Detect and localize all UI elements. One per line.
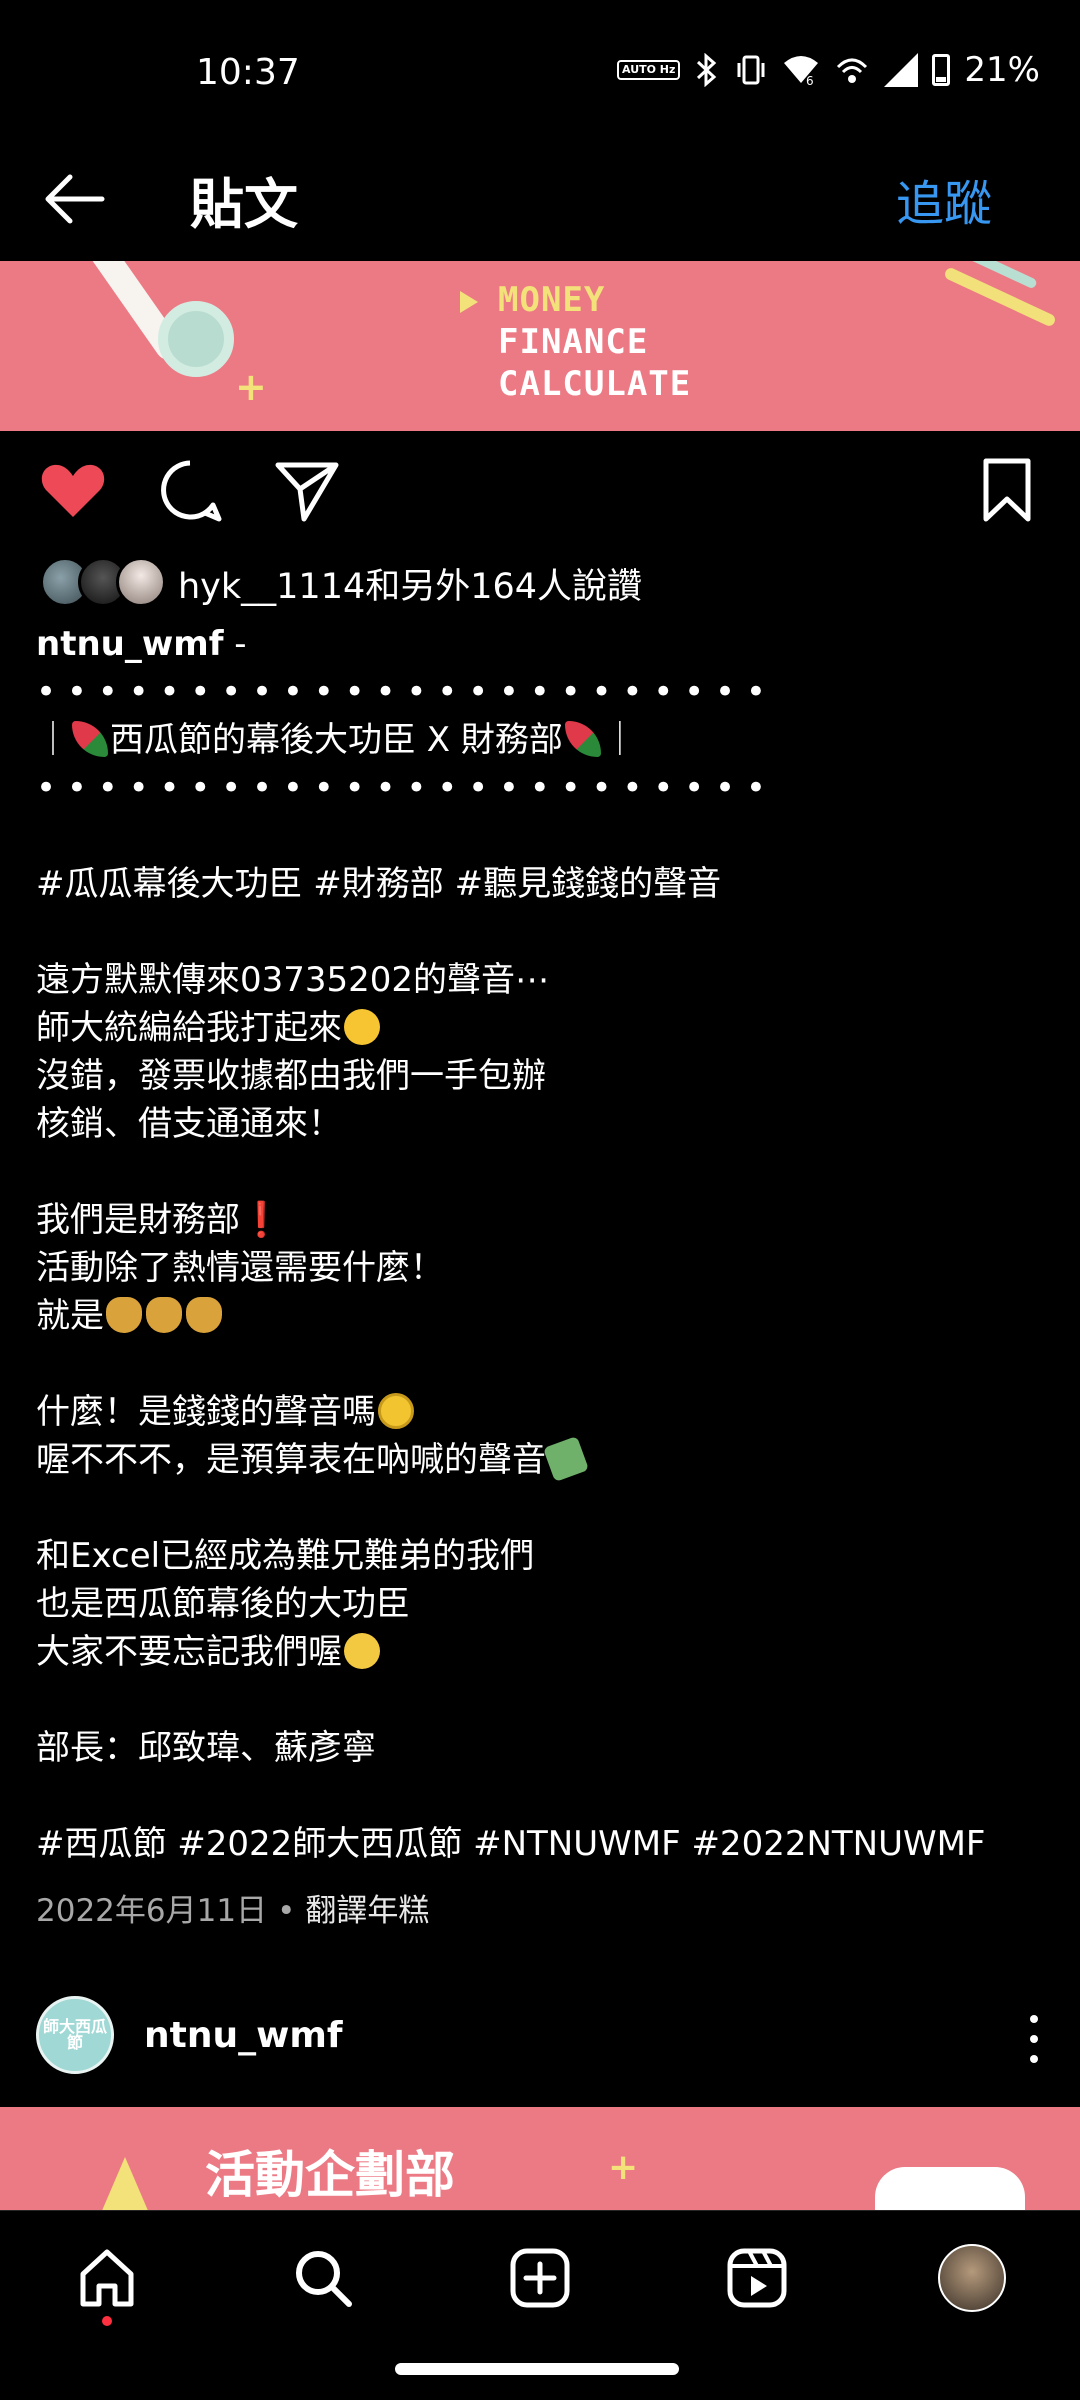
heart-icon[interactable] [38, 455, 108, 525]
caption-bar: ｜ [36, 720, 70, 760]
follow-button[interactable]: 追蹤 [896, 164, 992, 234]
caption-line: 也是西瓜節幕後的大功臣 [36, 1584, 410, 1624]
caption-line: 和Excel已經成為難兄難弟的我們 [36, 1536, 535, 1576]
caption-line: 我們是財務部 [36, 1200, 240, 1240]
cloud-icon [875, 2167, 1025, 2210]
post-date: 2022年6月11日 [36, 1893, 268, 1929]
banner-line: FINANCE [498, 322, 649, 362]
banner-decoration-line [943, 266, 1057, 328]
post-actions [0, 455, 1080, 535]
comment-icon[interactable] [155, 455, 225, 525]
hotspot-icon [837, 58, 868, 83]
caption-line: 喔不不不，是預算表在吶喊的聲音 [36, 1440, 546, 1480]
caption-line: 活動除了熱情還需要什麼！ [36, 1248, 444, 1288]
bookmark-icon[interactable] [972, 455, 1042, 525]
watermelon-icon [72, 721, 108, 757]
star-eyes-emoji-icon [344, 1009, 380, 1045]
coin-icon [378, 1393, 414, 1429]
caption-bar: ｜ [602, 720, 637, 760]
create-icon[interactable] [505, 2243, 575, 2313]
avatar[interactable]: 師大西瓜節 [36, 1996, 114, 2074]
caption-line: 遠方默默傳來03735202的聲音⋯ [36, 960, 550, 1000]
back-arrow-icon[interactable] [40, 164, 110, 234]
status-icons: AUTO Hz 6 21% [617, 50, 1040, 90]
caption-line: 沒錯，發票收據都由我們一手包辦 [36, 1056, 546, 1096]
caption-author-suffix: - [223, 624, 247, 664]
meta-separator: • [277, 1893, 296, 1929]
notification-dot [102, 2316, 112, 2326]
likes-summary[interactable]: hyk__1114和另外164人說讚 [40, 555, 642, 611]
profile-avatar[interactable] [937, 2243, 1007, 2313]
translate-link[interactable]: 翻譯年糕 [305, 1893, 429, 1929]
signal-icon [884, 53, 919, 87]
post-caption: ntnu_wmf - • • • • • • • • • • • • • • •… [36, 620, 1036, 1868]
pleading-face-icon [344, 1633, 380, 1669]
post-meta: 2022年6月11日 • 翻譯年糕 [36, 1885, 429, 1930]
status-bar: 10:37 AUTO Hz 6 21% [0, 0, 1080, 150]
money-with-wings-icon [542, 1435, 590, 1483]
next-post-header: 師大西瓜節 ntnu_wmf [36, 1995, 1044, 2075]
avatar [116, 557, 166, 607]
battery-icon [932, 54, 951, 86]
caption-line: 部長：邱致瑋、蘇彥寧 [36, 1728, 376, 1768]
caption-line: 什麼！是錢錢的聲音嗎 [36, 1392, 376, 1432]
page-title: 貼文 [190, 173, 298, 236]
caption-line: 大家不要忘記我們喔 [36, 1632, 342, 1672]
caption-dots: • • • • • • • • • • • • • • • • • • • • … [36, 768, 766, 808]
more-options-icon[interactable] [1024, 2015, 1044, 2063]
svg-text:6: 6 [806, 74, 814, 87]
banner-line: MONEY [498, 280, 606, 320]
banner-decoration-circle [158, 301, 234, 377]
banner-line: CALCULATE [498, 364, 692, 404]
home-icon[interactable] [72, 2243, 142, 2313]
banner-triangle-icon [460, 291, 478, 313]
next-post-username[interactable]: ntnu_wmf [144, 2015, 343, 2056]
money-bag-icon [186, 1297, 222, 1333]
home-indicator[interactable] [395, 2363, 679, 2375]
bottom-navigation [0, 2210, 1080, 2340]
reels-icon[interactable] [722, 2243, 792, 2313]
liker-avatars [40, 557, 170, 609]
search-icon[interactable] [288, 2243, 358, 2313]
bluetooth-icon [697, 53, 717, 87]
caption-line: 就是 [36, 1296, 104, 1336]
vibrate-icon [737, 55, 765, 85]
caption-hashtags[interactable]: #西瓜節 #2022師大西瓜節 #NTNUWMF #2022NTNUWMF [36, 1820, 1036, 1868]
caption-line: 核銷、借支通通來！ [36, 1104, 342, 1144]
top-header: 貼文 追蹤 [0, 150, 1080, 260]
banner-text: MONEY FINANCE CALCULATE [498, 279, 691, 405]
watermelon-icon [564, 721, 601, 757]
caption-title: 西瓜節的幕後大功臣 X 財務部 [110, 720, 563, 760]
wifi-6-icon: 6 [784, 56, 819, 87]
next-post-banner-title: 活動企劃部 [205, 2146, 455, 2204]
money-bag-icon [106, 1297, 142, 1333]
status-time: 10:37 [196, 52, 300, 93]
exclamation-icon: ❗ [240, 1200, 283, 1240]
battery-percent: 21% [964, 50, 1040, 90]
caption-hashtags[interactable]: #瓜瓜幕後大功臣 #財務部 #聽見錢錢的聲音 [36, 860, 1036, 908]
banner-decoration-plus: + [608, 2147, 639, 2188]
likes-text: hyk__1114和另外164人說讚 [178, 566, 643, 607]
avatar [938, 2244, 1006, 2312]
banner-decoration-plus: + [235, 365, 267, 409]
caption-line: 師大統編給我打起來 [36, 1008, 342, 1048]
caption-username[interactable]: ntnu_wmf [36, 624, 224, 664]
money-bag-icon [146, 1297, 182, 1333]
post-image[interactable]: + MONEY FINANCE CALCULATE [0, 261, 1080, 431]
next-post-image[interactable]: 活動企劃部 + [0, 2107, 1080, 2210]
auto-hz-icon: AUTO Hz [617, 60, 681, 80]
share-icon[interactable] [272, 455, 342, 525]
banner-triangle-icon [95, 2157, 155, 2210]
caption-title-line: ｜ 西瓜節的幕後大功臣 X 財務部 ｜ [36, 716, 1036, 764]
caption-dots: • • • • • • • • • • • • • • • • • • • • … [36, 672, 766, 712]
